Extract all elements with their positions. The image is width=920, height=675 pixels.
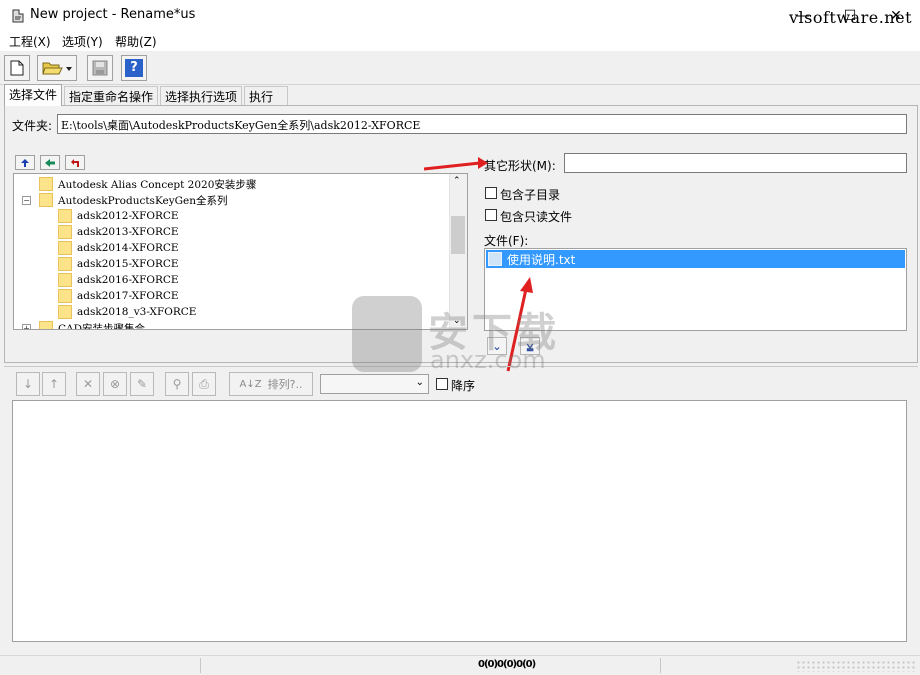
tree-item[interactable]: adsk2018_v3-XFORCE — [58, 304, 196, 320]
new-project-button[interactable] — [4, 55, 30, 81]
tree-scrollbar-thumb[interactable] — [451, 216, 465, 254]
tree-item[interactable]: − AutodeskProductsKeyGen全系列 — [22, 192, 228, 208]
tree-item[interactable]: adsk2013-XFORCE — [58, 224, 179, 240]
new-file-icon — [10, 60, 24, 76]
tree-item[interactable]: Autodesk Alias Concept 2020安装步骤 — [22, 176, 256, 192]
other-shape-label: 其它形状(M): — [484, 159, 556, 173]
find-button[interactable]: ⚲ — [165, 372, 189, 396]
tree-item[interactable]: adsk2012-XFORCE — [58, 208, 179, 224]
arrow-down-icon: ↓ — [22, 377, 34, 391]
nav-back-button[interactable] — [40, 155, 60, 170]
folder-icon — [58, 241, 72, 255]
folder-path-input[interactable]: E:\tools\桌面\AutodeskProductsKeyGen全系列\ad… — [57, 114, 907, 134]
binoculars-icon: ⚲ — [172, 377, 182, 391]
return-arrow-icon — [71, 158, 79, 167]
tree-item[interactable]: adsk2016-XFORCE — [58, 272, 179, 288]
status-divider — [200, 658, 201, 673]
arrow-up-icon — [21, 158, 29, 167]
edit-icon: ✎ — [136, 377, 148, 391]
remove-button[interactable]: ✕ — [76, 372, 100, 396]
folder-icon — [58, 273, 72, 287]
include-readonly-label: 包含只读文件 — [500, 210, 573, 224]
clear-icon: ⊗ — [109, 377, 121, 391]
save-disk-icon — [92, 60, 108, 76]
tree-item[interactable]: adsk2015-XFORCE — [58, 256, 179, 272]
move-up-button[interactable]: ↑ — [42, 372, 66, 396]
save-project-button[interactable] — [87, 55, 113, 81]
remove-all-button[interactable]: ⊗ — [103, 372, 127, 396]
folder-label: 文件夹: — [12, 119, 53, 133]
folder-icon — [58, 305, 72, 319]
sort-az-icon: A↓Z — [239, 378, 262, 390]
sort-select[interactable]: ⌄ — [320, 374, 429, 394]
resize-grip[interactable] — [796, 660, 916, 672]
print-button[interactable]: ⎙ — [192, 372, 216, 396]
watermark-shield-icon — [352, 296, 422, 372]
help-icon: ? — [125, 59, 143, 77]
menu-help[interactable]: 帮助(Z) — [115, 33, 157, 50]
status-counts: 0(0)0(0)0(0) — [478, 659, 536, 670]
collapse-icon[interactable]: − — [22, 195, 31, 205]
tree-item[interactable]: + CAD安装步骤集合 — [22, 320, 145, 329]
tree-item[interactable]: adsk2017-XFORCE — [58, 288, 179, 304]
rename-preview-list[interactable] — [12, 400, 907, 642]
folder-icon — [58, 209, 72, 223]
annotation-arrow-1 — [423, 157, 488, 171]
tab-rename-operations[interactable]: 指定重命名操作 — [64, 86, 159, 105]
printer-icon: ⎙ — [199, 376, 209, 391]
tab-select-files[interactable]: 选择文件 — [4, 84, 63, 106]
folder-icon — [39, 321, 53, 329]
tab-execute[interactable]: 执行 — [244, 86, 288, 105]
status-bar — [0, 655, 920, 675]
include-readonly-checkbox[interactable] — [485, 209, 497, 221]
tree-item[interactable]: adsk2014-XFORCE — [58, 240, 179, 256]
app-icon — [10, 8, 26, 24]
edit-button[interactable]: ✎ — [130, 372, 154, 396]
menu-project[interactable]: 工程(X) — [9, 33, 51, 50]
file-list-item[interactable]: 使用说明.txt — [486, 250, 905, 268]
folder-icon — [58, 225, 72, 239]
brand-label: vlsoftware.net — [789, 8, 912, 27]
folder-icon — [39, 193, 53, 207]
window-title: New project - Rename*us — [30, 7, 196, 22]
scroll-up-icon[interactable]: ⌃ — [453, 176, 461, 186]
open-folder-icon — [42, 62, 72, 75]
files-label: 文件(F): — [484, 234, 529, 248]
move-down-button[interactable]: ↓ — [16, 372, 40, 396]
chevron-down-icon: ⌄ — [415, 377, 424, 388]
folder-icon — [58, 289, 72, 303]
include-subdirs-checkbox[interactable] — [485, 187, 497, 199]
include-subdirs-label: 包含子目录 — [500, 188, 561, 202]
arrow-left-icon — [45, 158, 55, 167]
status-divider — [660, 658, 661, 673]
arrow-up-icon: ↑ — [48, 377, 60, 391]
descending-label: 降序 — [451, 379, 476, 393]
folder-icon — [39, 177, 53, 191]
expand-icon[interactable]: + — [22, 323, 31, 329]
tab-execution-options[interactable]: 选择执行选项 — [160, 86, 243, 105]
descending-checkbox[interactable] — [436, 378, 448, 390]
watermark-url: anxz.com — [430, 346, 546, 374]
help-button[interactable]: ? — [121, 55, 147, 81]
text-file-icon — [488, 252, 502, 266]
other-shape-input[interactable] — [564, 153, 907, 173]
folder-icon — [58, 257, 72, 271]
sort-button[interactable]: A↓Z 排列?.. — [229, 372, 313, 396]
delete-x-icon: ✕ — [82, 377, 94, 391]
menu-options[interactable]: 选项(Y) — [62, 33, 103, 50]
nav-up-button[interactable] — [15, 155, 35, 170]
nav-return-button[interactable] — [65, 155, 85, 170]
open-project-button[interactable] — [37, 55, 77, 81]
